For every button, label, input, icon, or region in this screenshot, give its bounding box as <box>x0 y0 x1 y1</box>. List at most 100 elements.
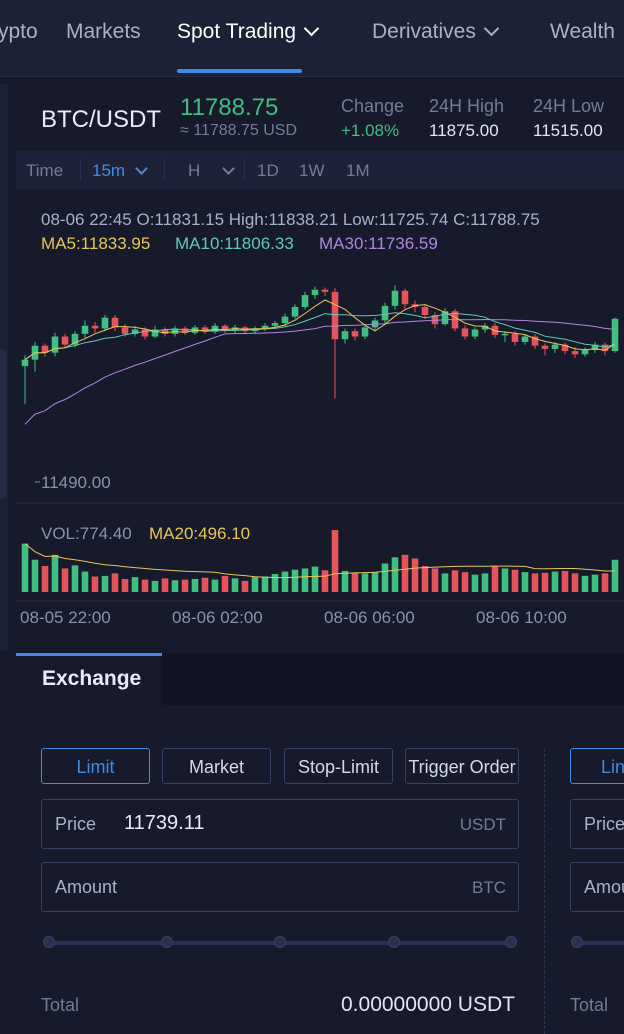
candle-body <box>141 329 149 337</box>
nav-item-spot-trading[interactable]: Spot Trading <box>177 20 320 44</box>
high-label: 24H High <box>429 96 505 116</box>
volume-bar <box>431 568 439 592</box>
price-unit: USDT <box>459 815 506 834</box>
active-tab-indicator <box>16 653 162 656</box>
candle-body <box>331 291 339 340</box>
volume-bar <box>411 558 419 592</box>
nav-item-crypto[interactable]: ypto <box>0 20 38 44</box>
amount-field[interactable]: Amount BTC <box>41 862 519 912</box>
volume-bar <box>291 569 299 592</box>
volume-bar <box>221 575 229 592</box>
price-field-right[interactable]: Price <box>570 799 624 849</box>
candle-body <box>271 323 279 326</box>
candlestick-chart-area[interactable]: 08-06 22:45 O:11831.15 High:11838.21 Low… <box>16 190 624 645</box>
price-field[interactable]: Price 11739.11 USDT <box>41 799 519 849</box>
candle-body <box>341 331 349 340</box>
amount-label: Amount <box>55 877 118 897</box>
volume-bar <box>31 559 39 592</box>
slider-stop-0[interactable] <box>43 936 55 948</box>
tab-exchange[interactable]: Exchange <box>16 653 162 705</box>
volume-bar <box>51 554 59 592</box>
volume-bar <box>241 580 249 592</box>
volume-bar <box>181 579 189 592</box>
toolbar-divider <box>80 159 81 181</box>
time-label[interactable]: Time <box>26 161 63 181</box>
candle-body <box>321 289 329 292</box>
side-panel-edge <box>0 84 8 650</box>
volume-bar <box>601 573 609 592</box>
volume-bar <box>591 574 599 592</box>
price-input-value[interactable]: 11739.11 <box>124 812 204 835</box>
trading-pair[interactable]: BTC/USDT <box>41 106 161 134</box>
slider-stop-50[interactable] <box>274 936 286 948</box>
volume-bar <box>71 565 79 592</box>
candle-body <box>361 327 369 337</box>
volume-bar <box>41 565 49 592</box>
volume-bar <box>91 576 99 592</box>
nav-item-wealth[interactable]: Wealth <box>550 20 615 44</box>
form-divider <box>544 749 545 1034</box>
candle-body <box>61 336 69 345</box>
volume-bar <box>141 579 149 592</box>
hour-selector[interactable]: H <box>188 161 236 181</box>
chevron-down-icon <box>483 20 500 37</box>
candle-body <box>611 318 619 352</box>
order-type-trigger-order[interactable]: Trigger Order <box>405 748 519 784</box>
volume-bar <box>441 573 449 592</box>
volume-bar <box>251 577 259 592</box>
candle-body <box>571 351 579 355</box>
volume-bar <box>341 570 349 592</box>
total-label: Total <box>41 995 80 1015</box>
volume-bar <box>231 578 239 592</box>
slider-stop-25[interactable] <box>161 936 173 948</box>
side-panel-handle[interactable] <box>0 349 6 499</box>
volume-bar <box>481 573 489 592</box>
slider-stop-0-right[interactable] <box>571 936 583 948</box>
volume-bar <box>471 574 479 592</box>
candle-body <box>121 327 129 334</box>
amount-slider-track-right[interactable] <box>576 941 624 945</box>
volume-bar <box>211 579 219 592</box>
amount-field-right[interactable]: Amou <box>570 862 624 912</box>
chevron-down-icon <box>222 162 236 175</box>
candle-body <box>521 336 529 342</box>
volume-bar <box>191 578 199 592</box>
low-label: 24H Low <box>533 96 605 116</box>
time-axis-label: 08-05 22:00 <box>20 608 111 627</box>
volume-bar <box>301 568 309 592</box>
ticker-header: BTC/USDT 11788.75 ≈ 11788.75 USD Change … <box>16 84 624 150</box>
candle-body <box>111 317 119 328</box>
candle-body <box>91 325 99 329</box>
order-type-limit[interactable]: Limit <box>41 748 150 784</box>
candle-body <box>581 350 589 355</box>
volume-bar <box>311 566 319 592</box>
nav-item-markets[interactable]: Markets <box>66 20 141 44</box>
candle-body <box>471 329 479 337</box>
order-type-limit-right[interactable]: Lin <box>570 748 624 784</box>
exchange-panel: Exchange Limit Market Stop-Limit Trigger… <box>16 653 624 1034</box>
order-type-stop-limit[interactable]: Stop-Limit <box>284 748 393 784</box>
volume-bar <box>491 565 499 592</box>
volume-bar <box>21 543 29 592</box>
tab-exchange-label: Exchange <box>42 667 142 690</box>
volume-bar <box>331 530 339 592</box>
range-1w[interactable]: 1W <box>299 161 325 181</box>
total-label-right: Total <box>570 995 609 1015</box>
range-1m[interactable]: 1M <box>346 161 370 181</box>
order-type-market[interactable]: Market <box>162 748 271 784</box>
volume-bar <box>271 574 279 592</box>
nav-item-derivatives[interactable]: Derivatives <box>372 20 500 44</box>
slider-stop-75[interactable] <box>388 936 400 948</box>
volume-bar <box>171 580 179 592</box>
volume-bar <box>581 575 589 592</box>
candle-body <box>281 316 289 324</box>
chart-toolbar: Time 15m H 1D 1W 1M <box>16 151 624 189</box>
volume-bar <box>521 572 529 592</box>
candle-body <box>301 295 309 307</box>
volume-bar <box>61 568 69 592</box>
range-1d[interactable]: 1D <box>257 161 279 181</box>
price-label-right: Price <box>584 814 624 834</box>
time-axis-label: 08-06 10:00 <box>476 608 567 627</box>
slider-stop-100[interactable] <box>505 936 517 948</box>
interval-selector[interactable]: 15m <box>92 161 148 181</box>
